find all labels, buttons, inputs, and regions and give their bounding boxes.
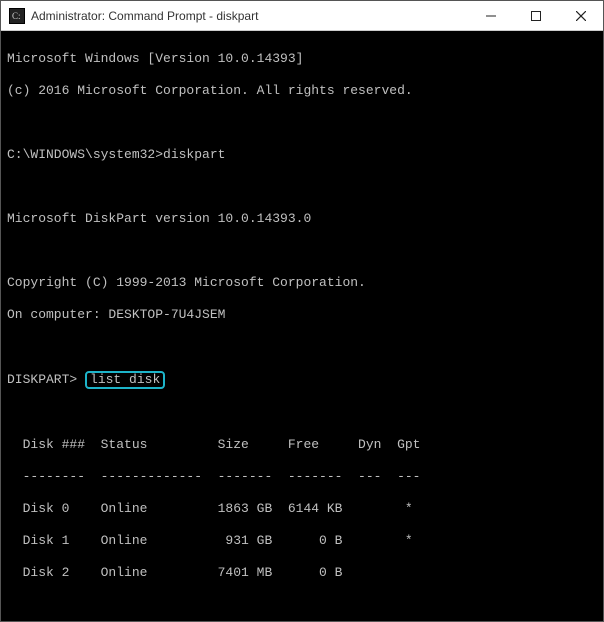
table-separator: -------- ------------- ------- ------- -… xyxy=(7,469,597,485)
diskpart-version: Microsoft DiskPart version 10.0.14393.0 xyxy=(7,211,597,227)
window-controls xyxy=(468,1,603,30)
highlight-list-disk: list disk xyxy=(85,371,165,389)
minimize-button[interactable] xyxy=(468,1,513,30)
path-prompt: C:\WINDOWS\system32> xyxy=(7,147,163,162)
diskpart-prompt: DISKPART> xyxy=(7,372,77,387)
diskpart-copyright: Copyright (C) 1999-2013 Microsoft Corpor… xyxy=(7,275,597,291)
window-title: Administrator: Command Prompt - diskpart xyxy=(31,9,468,23)
copyright-line: (c) 2016 Microsoft Corporation. All righ… xyxy=(7,83,597,99)
svg-text:C:: C: xyxy=(12,11,21,21)
table-header: Disk ### Status Size Free Dyn Gpt xyxy=(7,437,597,453)
cmd-icon: C: xyxy=(9,8,25,24)
cmd-diskpart: diskpart xyxy=(163,147,225,162)
table-row: Disk 1 Online 931 GB 0 B * xyxy=(7,533,597,549)
table-row: Disk 0 Online 1863 GB 6144 KB * xyxy=(7,501,597,517)
computer-name: On computer: DESKTOP-7U4JSEM xyxy=(7,307,597,323)
terminal-output[interactable]: Microsoft Windows [Version 10.0.14393] (… xyxy=(1,31,603,621)
version-line: Microsoft Windows [Version 10.0.14393] xyxy=(7,51,597,67)
command-prompt-window: C: Administrator: Command Prompt - diskp… xyxy=(0,0,604,622)
close-button[interactable] xyxy=(558,1,603,30)
table-row: Disk 2 Online 7401 MB 0 B xyxy=(7,565,597,581)
maximize-button[interactable] xyxy=(513,1,558,30)
titlebar[interactable]: C: Administrator: Command Prompt - diskp… xyxy=(1,1,603,31)
